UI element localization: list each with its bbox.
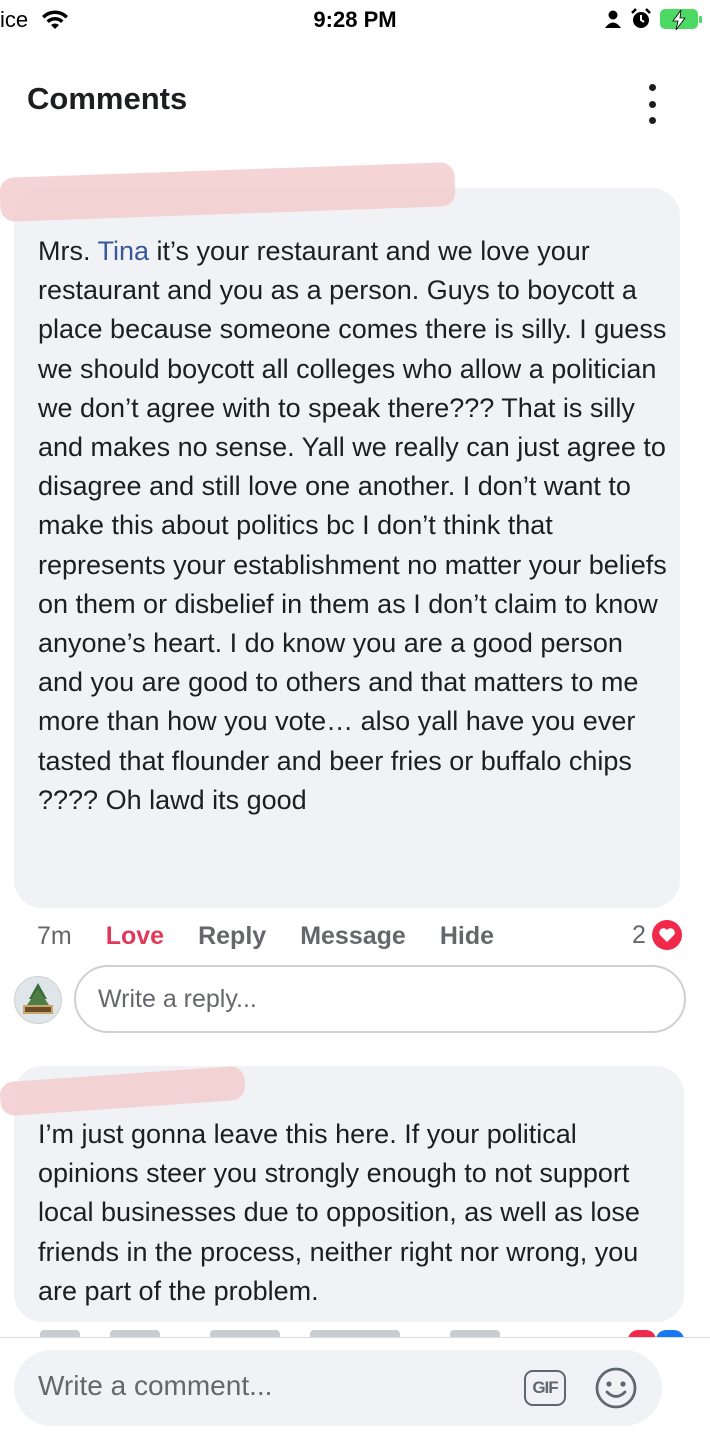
- status-icons: [604, 8, 702, 30]
- reaction-summary[interactable]: 2: [632, 920, 682, 950]
- smiley-icon[interactable]: [594, 1366, 638, 1410]
- love-button[interactable]: Love: [106, 922, 164, 951]
- battery-charging-icon: [660, 9, 702, 30]
- comment-input[interactable]: Write a comment...: [38, 1370, 272, 1402]
- comment-text: Mrs. Tina it’s your restaurant and we lo…: [38, 236, 675, 815]
- comment-composer[interactable]: Write a comment... GIF: [14, 1350, 662, 1426]
- comment-actions: 7m Love Reply Message Hide: [37, 920, 528, 952]
- reply-button[interactable]: Reply: [198, 922, 266, 951]
- comment-timestamp: 7m: [37, 921, 72, 950]
- reply-input[interactable]: Write a reply...: [74, 965, 686, 1033]
- status-bar: ice 9:28 PM: [0, 0, 710, 44]
- comment-bubble[interactable]: Mrs. Tina it’s your restaurant and we lo…: [14, 188, 680, 908]
- message-button[interactable]: Message: [300, 922, 406, 951]
- clipped-action-row: [0, 1322, 710, 1338]
- comment-text: I’m just gonna leave this here. If your …: [38, 1119, 648, 1306]
- heart-icon: [651, 920, 682, 950]
- mention-link[interactable]: Tina: [98, 236, 150, 266]
- gif-button[interactable]: GIF: [524, 1370, 566, 1406]
- divider: [0, 1337, 710, 1338]
- comments-header: Comments: [0, 60, 710, 140]
- avatar[interactable]: [14, 976, 62, 1024]
- hide-button[interactable]: Hide: [440, 922, 494, 951]
- reaction-count: 2: [632, 920, 646, 949]
- more-vertical-icon[interactable]: [642, 84, 662, 124]
- alarm-icon: [631, 8, 651, 28]
- page-title: Comments: [27, 81, 188, 116]
- person-icon: [605, 10, 621, 28]
